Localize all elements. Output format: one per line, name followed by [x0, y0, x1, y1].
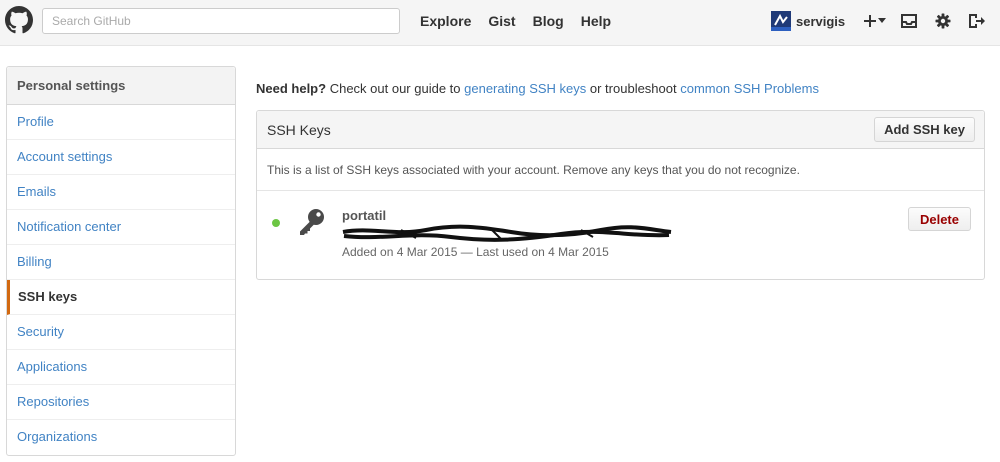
key-title: portatil	[342, 208, 387, 223]
inbox-icon	[901, 14, 917, 28]
generating-ssh-keys-link[interactable]: generating SSH keys	[464, 81, 586, 96]
ssh-key-row: portatil Added on 4 Mar 2015 — Last used…	[257, 191, 984, 279]
create-new-menu[interactable]	[862, 12, 886, 30]
common-ssh-problems-link[interactable]: common SSH Problems	[680, 81, 819, 96]
sign-out-icon	[969, 14, 985, 28]
nav-explore[interactable]: Explore	[420, 13, 471, 29]
sidebar-item-emails[interactable]: Emails	[7, 175, 235, 210]
sidebar-item-billing[interactable]: Billing	[7, 245, 235, 280]
settings-button[interactable]	[934, 12, 952, 30]
ssh-keys-panel: SSH Keys Add SSH key This is a list of S…	[256, 110, 985, 280]
header-nav: Explore Gist Blog Help	[420, 13, 628, 29]
help-text-1: Check out our guide to	[329, 81, 461, 96]
plus-icon	[863, 15, 876, 27]
github-logo-icon[interactable]	[5, 6, 33, 34]
help-text: Need help? Check out our guide to genera…	[256, 81, 819, 96]
key-icon	[300, 209, 324, 235]
delete-key-button[interactable]: Delete	[907, 207, 971, 231]
site-header: Explore Gist Blog Help servigis	[0, 0, 1000, 46]
sidebar-item-security[interactable]: Security	[7, 315, 235, 350]
panel-header: SSH Keys Add SSH key	[257, 111, 984, 149]
add-ssh-key-button[interactable]: Add SSH key	[874, 117, 975, 142]
sign-out-button[interactable]	[966, 12, 986, 30]
panel-title: SSH Keys	[267, 122, 331, 138]
sidebar-item-repositories[interactable]: Repositories	[7, 385, 235, 420]
username[interactable]: servigis	[796, 14, 845, 29]
avatar	[771, 11, 791, 31]
sidebar-item-applications[interactable]: Applications	[7, 350, 235, 385]
notifications-button[interactable]	[900, 12, 918, 30]
sidebar-item-organizations[interactable]: Organizations	[7, 420, 235, 455]
help-text-2: or troubleshoot	[589, 81, 677, 96]
sidebar-item-ssh-keys[interactable]: SSH keys	[7, 280, 235, 315]
settings-sidebar: Personal settings Profile Account settin…	[6, 66, 236, 456]
sidebar-item-account-settings[interactable]: Account settings	[7, 140, 235, 175]
sidebar-item-notification-center[interactable]: Notification center	[7, 210, 235, 245]
panel-description: This is a list of SSH keys associated wi…	[257, 149, 984, 191]
help-lead: Need help?	[256, 81, 327, 96]
search-input[interactable]	[42, 8, 400, 34]
redacted-fingerprint	[342, 224, 672, 242]
sidebar-item-profile[interactable]: Profile	[7, 105, 235, 140]
nav-gist[interactable]: Gist	[488, 13, 515, 29]
nav-blog[interactable]: Blog	[533, 13, 564, 29]
key-status-dot	[272, 219, 280, 227]
sidebar-title: Personal settings	[7, 67, 235, 105]
nav-help[interactable]: Help	[581, 13, 611, 29]
key-added-info: Added on 4 Mar 2015 — Last used on 4 Mar…	[342, 245, 609, 259]
chevron-down-icon	[877, 18, 886, 23]
user-menu[interactable]: servigis	[771, 11, 845, 31]
gear-icon	[935, 13, 951, 29]
